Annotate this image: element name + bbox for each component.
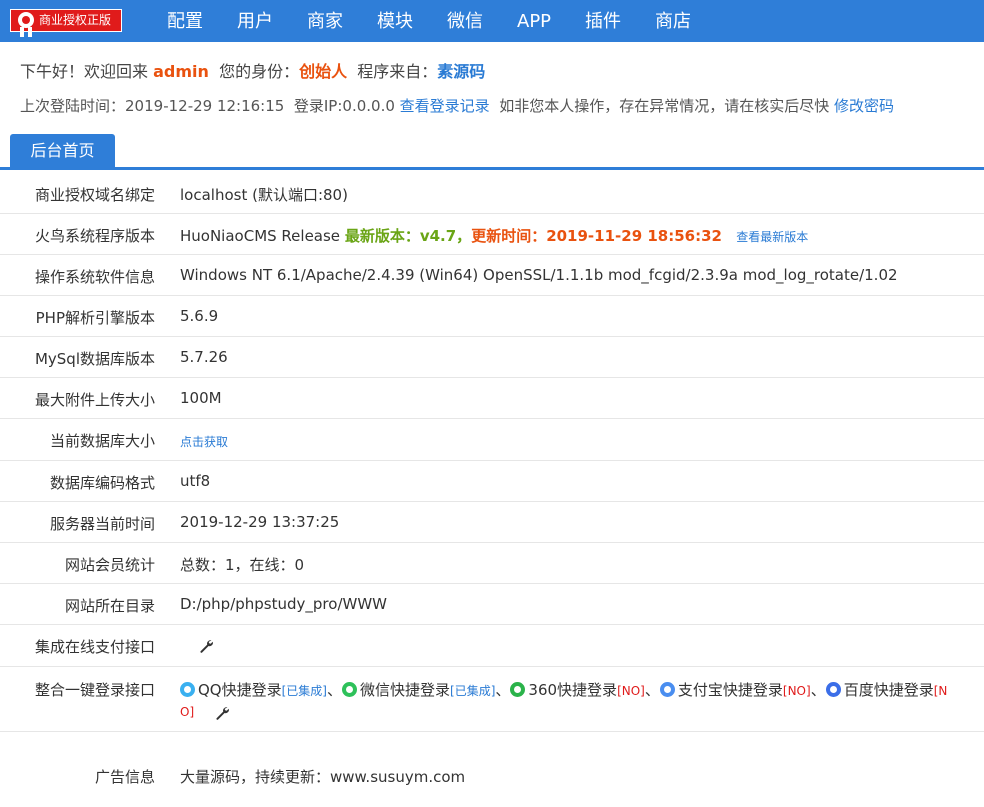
row-value: 2019-12-29 13:37:25	[180, 513, 340, 531]
baidu-icon	[825, 682, 841, 697]
table-row: 服务器当前时间 2019-12-29 13:37:25	[0, 502, 984, 543]
row-value: HuoNiaoCMS Release 最新版本：v4.7，更新时间：2019-1…	[180, 225, 808, 246]
row-label: 当前数据库大小	[49, 432, 155, 450]
row-label: 广告信息	[94, 768, 155, 786]
license-badge-label: 商业授权正版	[39, 13, 112, 27]
row-label: 网站所在目录	[64, 597, 155, 615]
row-value: localhost (默认端口:80)	[180, 186, 348, 204]
top-navbar: 商业授权正版 配置 用户 商家 模块 微信 APP 插件 商店	[0, 0, 984, 42]
security-warning: 如非您本人操作，存在异常情况，请在核实后尽快	[499, 97, 830, 115]
last-login-line: 上次登陆时间：2019-12-29 12:16:15 登录IP:0.0.0.0 …	[20, 95, 894, 116]
wrench-icon[interactable]	[214, 703, 230, 721]
row-label: 操作系统软件信息	[34, 268, 155, 286]
wrench-icon[interactable]	[198, 636, 214, 654]
change-password-link[interactable]: 修改密码	[834, 97, 894, 115]
qq-icon	[180, 682, 195, 697]
wechat-icon	[342, 682, 358, 697]
nav-item-plugins[interactable]: 插件	[568, 0, 638, 42]
role-label: 您的身份：	[219, 62, 300, 81]
table-row: PHP解析引擎版本 5.6.9	[0, 296, 984, 337]
row-label: MySql数据库版本	[34, 350, 155, 368]
row-label: 火鸟系统程序版本	[34, 227, 155, 245]
main-nav: 配置 用户 商家 模块 微信 APP 插件 商店	[150, 0, 708, 42]
login-ip-label: 登录IP:	[293, 97, 343, 115]
row-value: 5.7.26	[180, 348, 228, 366]
role-value: 创始人	[299, 62, 348, 81]
row-value: D:/php/phpstudy_pro/WWW	[180, 595, 387, 613]
nav-item-merchants[interactable]: 商家	[290, 0, 360, 42]
table-row: 集成在线支付接口	[0, 625, 984, 667]
last-login-label: 上次登陆时间：	[20, 97, 126, 115]
welcome-line: 下午好！欢迎回来 admin 您的身份：创始人 程序来自：素源码	[20, 58, 485, 82]
greeting-text: 下午好！欢迎回来	[20, 62, 149, 81]
row-value: 大量源码，持续更新：www.susuym.com	[180, 768, 466, 786]
nav-item-config[interactable]: 配置	[150, 0, 220, 42]
table-row: 整合一键登录接口 QQ快捷登录[已集成]、 微信快捷登录[已集成]、 360快捷登录…	[0, 667, 984, 732]
nav-item-wechat[interactable]: 微信	[430, 0, 500, 42]
check-latest-link[interactable]: 查看最新版本	[736, 230, 808, 244]
table-row: 网站会员统计 总数：1，在线：0	[0, 543, 984, 584]
login-ip: 0.0.0.0	[342, 97, 395, 115]
table-row: 广告信息 大量源码，持续更新：www.susuym.com	[0, 732, 984, 807]
row-label: 网站会员统计	[64, 556, 155, 574]
table-row: 当前数据库大小 点击获取	[0, 419, 984, 461]
row-label: 服务器当前时间	[49, 515, 155, 533]
alipay-icon	[659, 682, 675, 697]
row-label: 数据库编码格式	[49, 474, 155, 492]
version-text: HuoNiaoCMS Release	[180, 227, 341, 245]
table-row: MySql数据库版本 5.7.26	[0, 337, 984, 378]
ribbon-icon	[20, 27, 32, 37]
license-badge: 商业授权正版	[10, 9, 122, 37]
login-item-alipay[interactable]: 支付宝快捷登录[NO]	[659, 681, 811, 699]
table-row: 操作系统软件信息 Windows NT 6.1/Apache/2.4.39 (W…	[0, 255, 984, 296]
nav-item-modules[interactable]: 模块	[360, 0, 430, 42]
row-label: 集成在线支付接口	[34, 638, 155, 656]
medal-icon	[18, 12, 34, 28]
360-icon	[510, 682, 526, 697]
table-row: 商业授权域名绑定 localhost (默认端口:80)	[0, 173, 984, 214]
source-label: 程序来自：	[357, 62, 438, 81]
row-value: 5.6.9	[180, 307, 219, 325]
table-row: 最大附件上传大小 100M	[0, 378, 984, 419]
login-item-wechat[interactable]: 微信快捷登录[已集成]	[342, 681, 495, 699]
tab-dashboard[interactable]: 后台首页	[10, 134, 115, 168]
get-db-size-link[interactable]: 点击获取	[180, 433, 228, 450]
update-time: 更新时间：2019-11-29 18:56:32	[471, 227, 722, 245]
row-value: 100M	[180, 389, 222, 407]
source-value: 素源码	[437, 62, 486, 81]
nav-item-app[interactable]: APP	[500, 0, 568, 42]
row-label: 整合一键登录接口	[34, 681, 155, 699]
row-value: 总数：1，在线：0	[180, 556, 305, 574]
row-label: 最大附件上传大小	[34, 391, 155, 409]
table-row: 数据库编码格式 utf8	[0, 461, 984, 502]
tab-bar: 后台首页	[0, 134, 984, 170]
login-overflow-text: O]	[180, 705, 195, 719]
table-row: 网站所在目录 D:/php/phpstudy_pro/WWW	[0, 584, 984, 625]
row-label: PHP解析引擎版本	[35, 309, 155, 327]
login-records-link[interactable]: 查看登录记录	[400, 97, 490, 115]
table-row: 火鸟系统程序版本 HuoNiaoCMS Release 最新版本：v4.7，更新…	[0, 214, 984, 255]
login-integrations: QQ快捷登录[已集成]、 微信快捷登录[已集成]、 360快捷登录[NO]、 支付宝快…	[180, 679, 947, 700]
row-value: Windows NT 6.1/Apache/2.4.39 (Win64) Ope…	[180, 266, 898, 284]
latest-version: 最新版本：v4.7，	[344, 227, 472, 245]
last-login-time: 2019-12-29 12:16:15	[125, 97, 285, 115]
row-value: utf8	[180, 472, 211, 490]
username: admin	[153, 62, 209, 81]
login-item-baidu[interactable]: 百度快捷登录[N	[825, 681, 947, 699]
login-item-360[interactable]: 360快捷登录[NO]	[510, 681, 645, 699]
nav-item-store[interactable]: 商店	[638, 0, 708, 42]
row-label: 商业授权域名绑定	[34, 186, 155, 204]
nav-item-users[interactable]: 用户	[220, 0, 290, 42]
login-item-qq[interactable]: QQ快捷登录[已集成]	[180, 681, 327, 699]
